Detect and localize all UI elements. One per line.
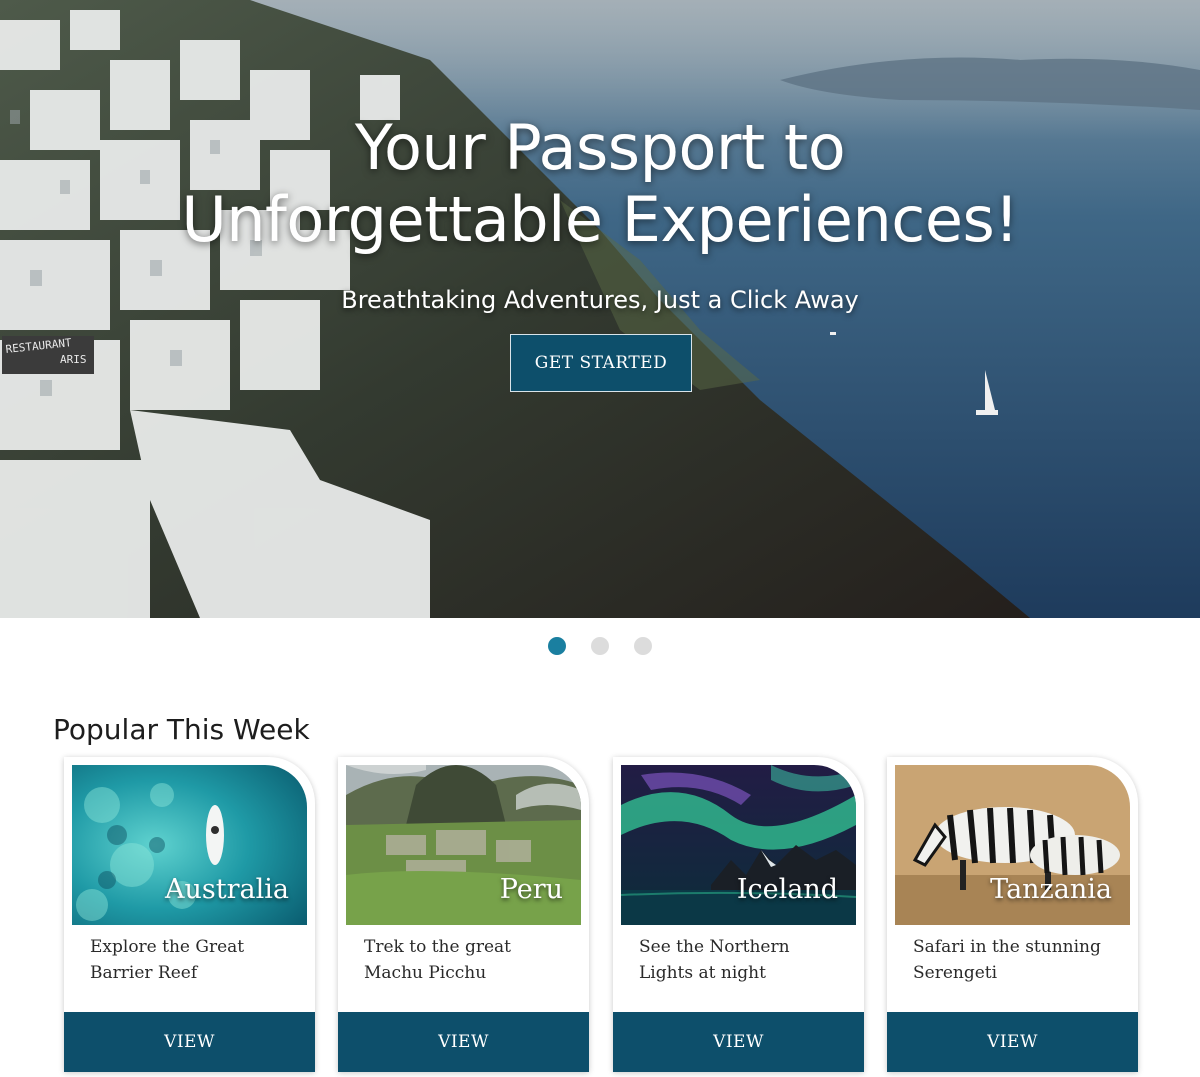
- card-image-peru: Peru: [346, 765, 581, 925]
- card-place-name: Australia: [165, 874, 289, 905]
- card-place-name: Tanzania: [990, 874, 1112, 905]
- card-image-australia: Australia: [72, 765, 307, 925]
- section-title: Popular This Week: [53, 713, 310, 746]
- card-description: See the Northern Lights at night: [639, 937, 790, 983]
- destination-cards: Australia Explore the Great Barrier Reef…: [64, 757, 1144, 1072]
- hero-title: Your Passport to Unforgettable Experienc…: [0, 112, 1200, 256]
- destination-card: Australia Explore the Great Barrier Reef…: [64, 757, 315, 1072]
- carousel-dot-2[interactable]: [591, 637, 609, 655]
- card-description: Trek to the great Machu Picchu: [364, 937, 511, 983]
- destination-card: Iceland See the Northern Lights at night…: [613, 757, 864, 1072]
- hero-subtitle: Breathtaking Adventures, Just a Click Aw…: [341, 286, 859, 314]
- card-image-iceland: Iceland: [621, 765, 856, 925]
- hero-title-line-2: Unforgettable Experiences!: [181, 183, 1019, 256]
- destination-card: Tanzania Safari in the stunning Serenget…: [887, 757, 1138, 1072]
- view-button-australia[interactable]: VIEW: [64, 1012, 315, 1072]
- card-image-tanzania: Tanzania: [895, 765, 1130, 925]
- card-description: Explore the Great Barrier Reef: [90, 937, 245, 983]
- get-started-button[interactable]: GET STARTED: [510, 334, 692, 392]
- hero-title-line-1: Your Passport to: [354, 111, 846, 184]
- view-button-tanzania[interactable]: VIEW: [887, 1012, 1138, 1072]
- card-place-name: Iceland: [736, 874, 838, 905]
- view-button-iceland[interactable]: VIEW: [613, 1012, 864, 1072]
- card-place-name: Peru: [499, 874, 563, 905]
- carousel-dot-3[interactable]: [634, 637, 652, 655]
- view-button-peru[interactable]: VIEW: [338, 1012, 589, 1072]
- hero-banner: RESTAURANT ARIS Your Passport to Unforge…: [0, 0, 1200, 618]
- carousel-indicators: [0, 637, 1200, 655]
- card-description: Safari in the stunning Serengeti: [913, 937, 1101, 983]
- carousel-dot-1[interactable]: [548, 637, 566, 655]
- destination-card: Peru Trek to the great Machu Picchu VIEW: [338, 757, 589, 1072]
